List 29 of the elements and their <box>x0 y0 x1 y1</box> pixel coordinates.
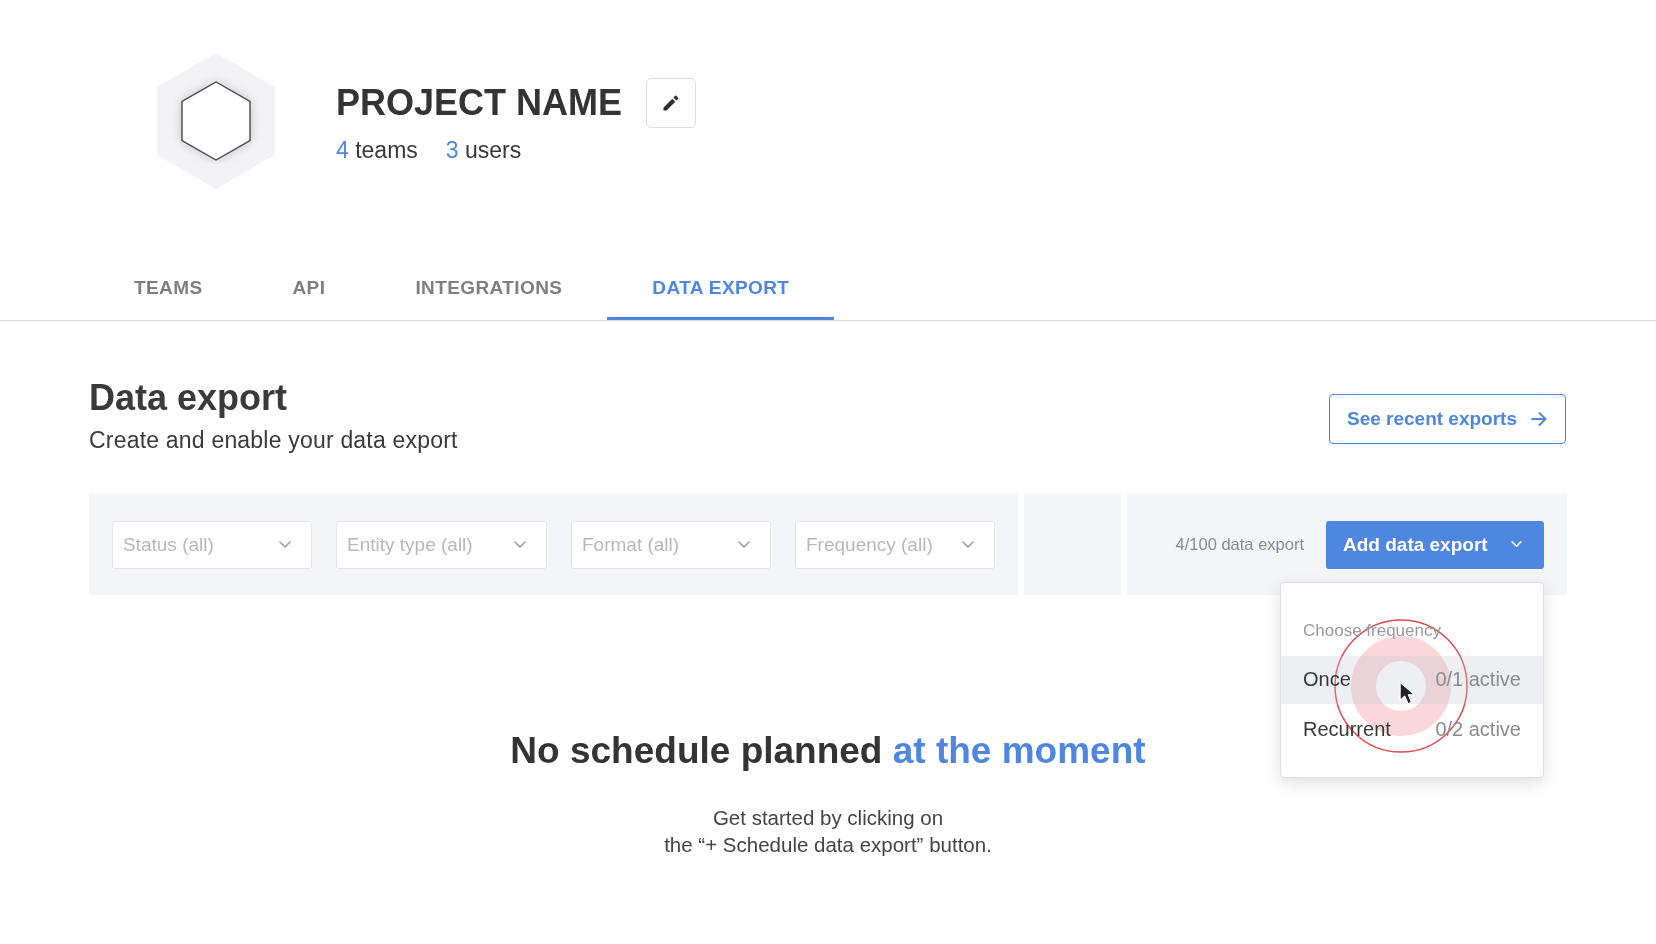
filter-dropdown[interactable]: Entity type (all) <box>336 520 547 569</box>
section-subtitle: Create and enable your data export <box>89 426 458 454</box>
tab[interactable]: TEAMS <box>89 264 248 320</box>
arrow-right-icon <box>1531 412 1547 426</box>
filter-dropdown[interactable]: Status (all) <box>112 520 312 569</box>
active-count: 0/1 active <box>1435 668 1521 691</box>
tab[interactable]: INTEGRATIONS <box>370 264 608 320</box>
count-link[interactable]: 4 teams <box>336 136 418 164</box>
tab[interactable]: API <box>247 264 371 320</box>
chevron-down-icon <box>738 540 750 549</box>
project-name: PROJECT NAME <box>336 81 623 125</box>
menu-heading: Choose frequency <box>1302 620 1442 641</box>
section-title: Data export <box>89 376 289 420</box>
see-recent-exports-button[interactable]: See recent exports <box>1328 394 1566 444</box>
empty-state-title: No schedule planned at the moment <box>510 729 1146 773</box>
chevron-down-icon <box>1511 541 1522 548</box>
filter-dropdown[interactable]: Frequency (all) <box>795 520 995 569</box>
hexagon-logo-icon <box>156 53 276 189</box>
tab[interactable]: DATA EXPORT <box>607 264 835 320</box>
pencil-icon <box>663 95 680 111</box>
edit-button[interactable] <box>646 78 697 128</box>
export-quota: 4/100 data export <box>1175 535 1304 554</box>
add-data-export-button[interactable]: Add data export <box>1326 520 1544 569</box>
count-link[interactable]: 3 users <box>445 136 522 164</box>
chevron-down-icon <box>514 540 526 549</box>
chevron-down-icon <box>279 540 291 549</box>
empty-state-hint: Get started by clicking on the “+ Schedule data export” button. <box>664 805 992 858</box>
cursor-icon <box>1399 680 1416 705</box>
chevron-down-icon <box>962 540 974 549</box>
